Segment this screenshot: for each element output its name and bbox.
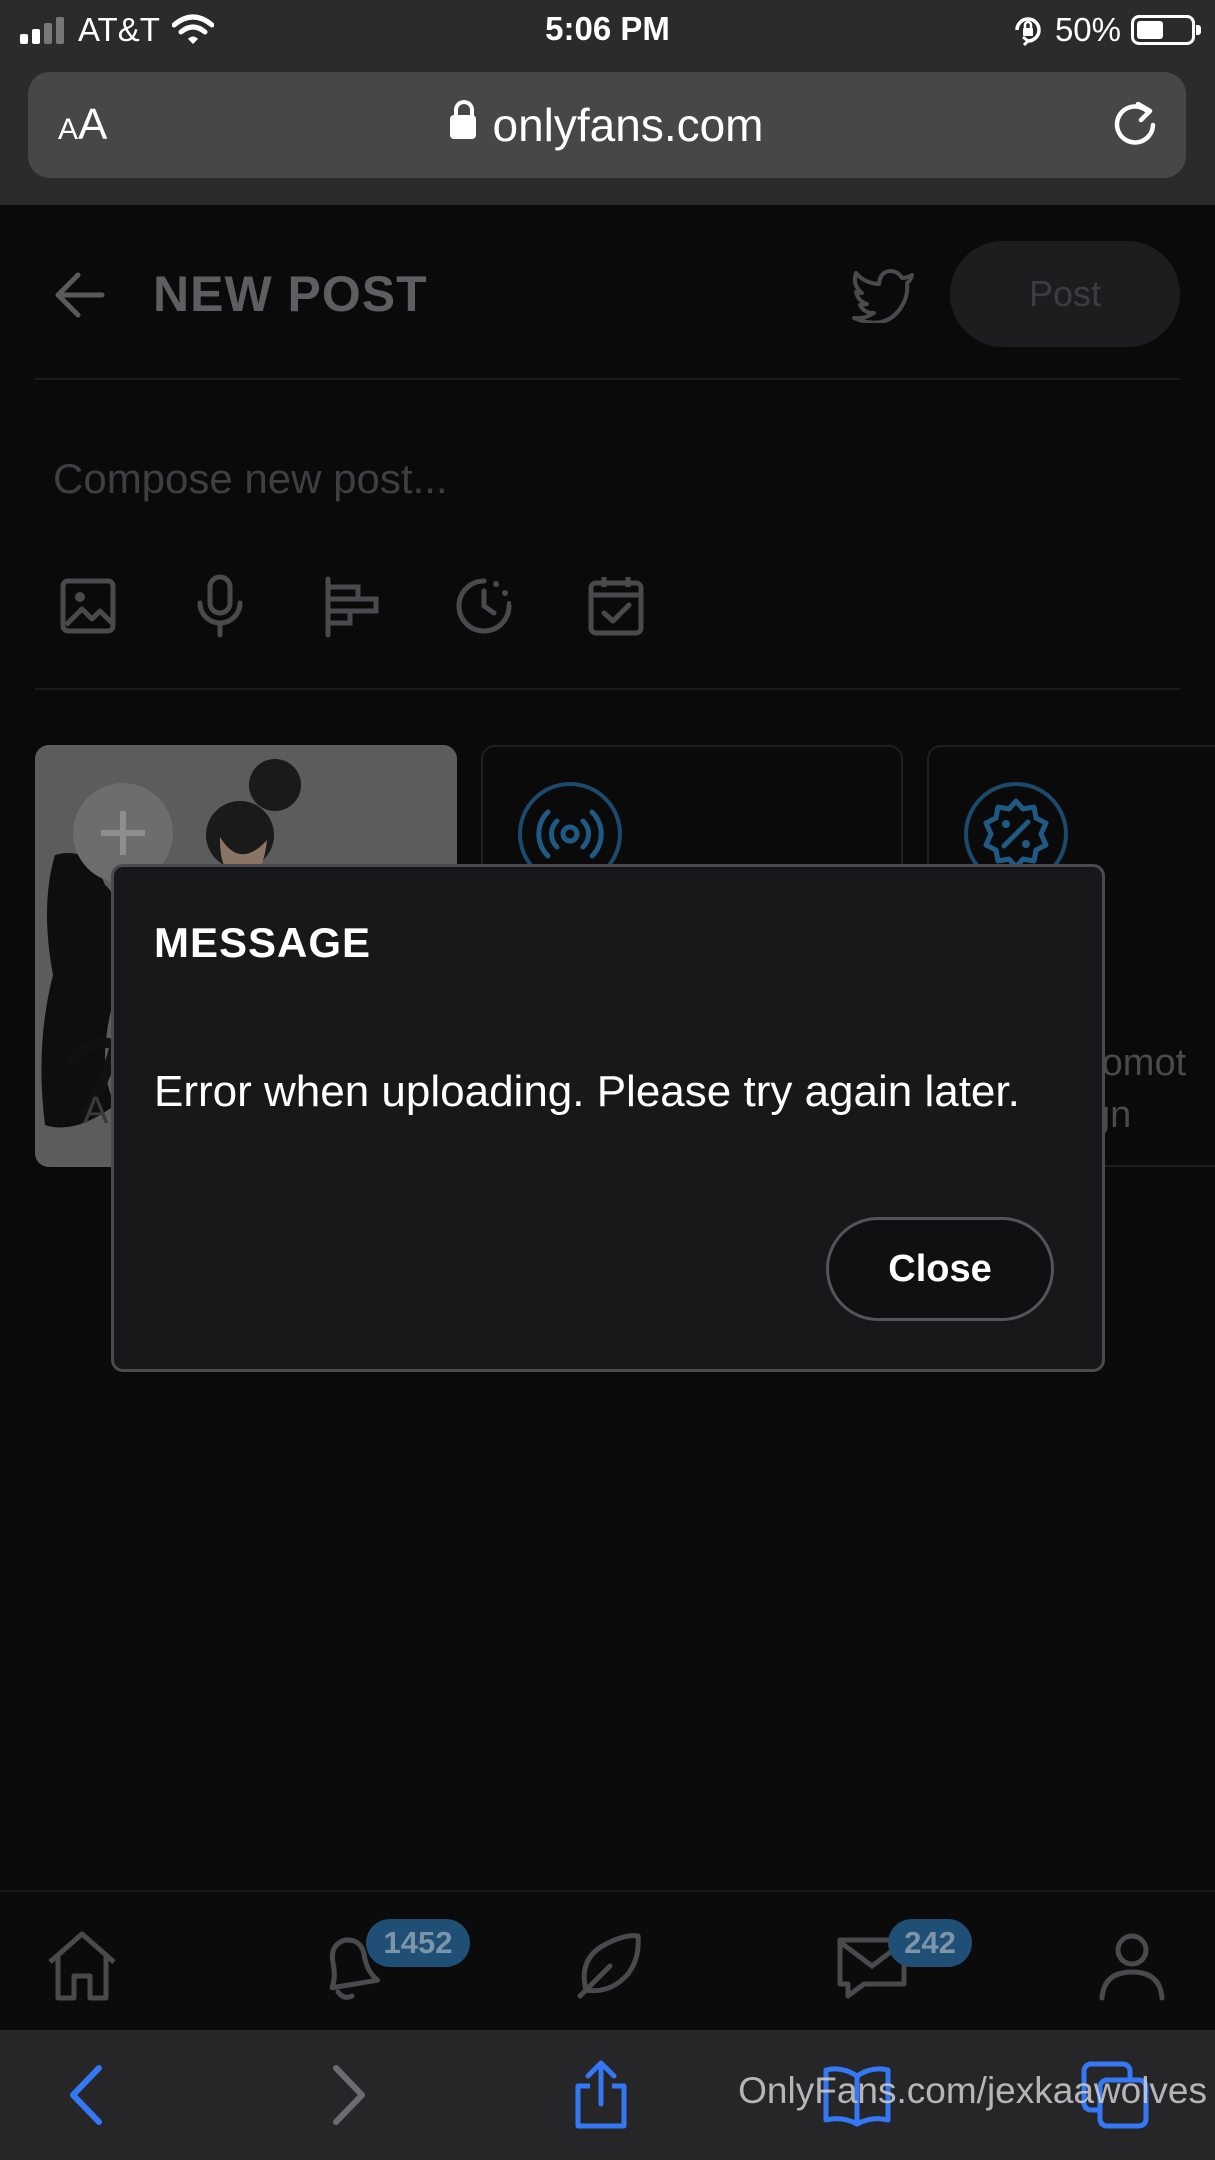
microphone-icon[interactable] [190,573,250,639]
address-bar[interactable]: AA onlyfans.com [28,72,1186,178]
status-right: 50% [1011,10,1201,50]
error-modal: MESSAGE Error when uploading. Please try… [111,864,1105,1372]
rotation-lock-icon [1015,17,1041,47]
browser-chrome: AA onlyfans.com [0,62,1215,205]
home-icon[interactable] [44,1928,120,2004]
composer-toolbar [58,573,646,639]
messages-badge: 242 [888,1919,972,1967]
timer-icon[interactable] [454,573,514,639]
address-url[interactable]: onlyfans.com [28,98,1186,152]
composer-divider [35,688,1180,690]
share-icon[interactable] [566,2060,636,2130]
profile-icon[interactable] [1094,1928,1170,2004]
forward-icon[interactable] [310,2060,380,2130]
notifications-badge: 1452 [366,1919,470,1967]
modal-title: MESSAGE [154,919,372,966]
page-title: NEW POST [153,266,428,322]
twitter-icon[interactable] [850,267,916,323]
battery-icon [1131,15,1201,45]
feather-icon[interactable] [570,1928,646,2004]
back-arrow-icon[interactable] [52,267,108,323]
poll-icon[interactable] [322,573,382,639]
back-icon[interactable] [55,2060,125,2130]
watermark-text: OnlyFans.com/jexkaawolves [738,2070,1207,2111]
close-button[interactable]: Close [826,1217,1054,1321]
image-icon[interactable] [58,573,118,639]
app-bottom-nav: 1452 242 [0,1890,1215,2030]
url-text: onlyfans.com [492,99,764,151]
compose-input[interactable]: Compose new post... [53,455,448,503]
card1-partial-label: A [83,1090,109,1132]
reload-icon[interactable] [1108,98,1162,152]
calendar-icon[interactable] [586,573,646,639]
status-bar: AT&T 5:06 PM 50% [0,0,1215,62]
modal-message: Error when uploading. Please try again l… [154,1067,1020,1116]
battery-percent: 50% [1054,11,1121,48]
post-button[interactable]: Post [950,241,1180,347]
header-divider [35,378,1180,380]
lock-icon [450,100,477,139]
